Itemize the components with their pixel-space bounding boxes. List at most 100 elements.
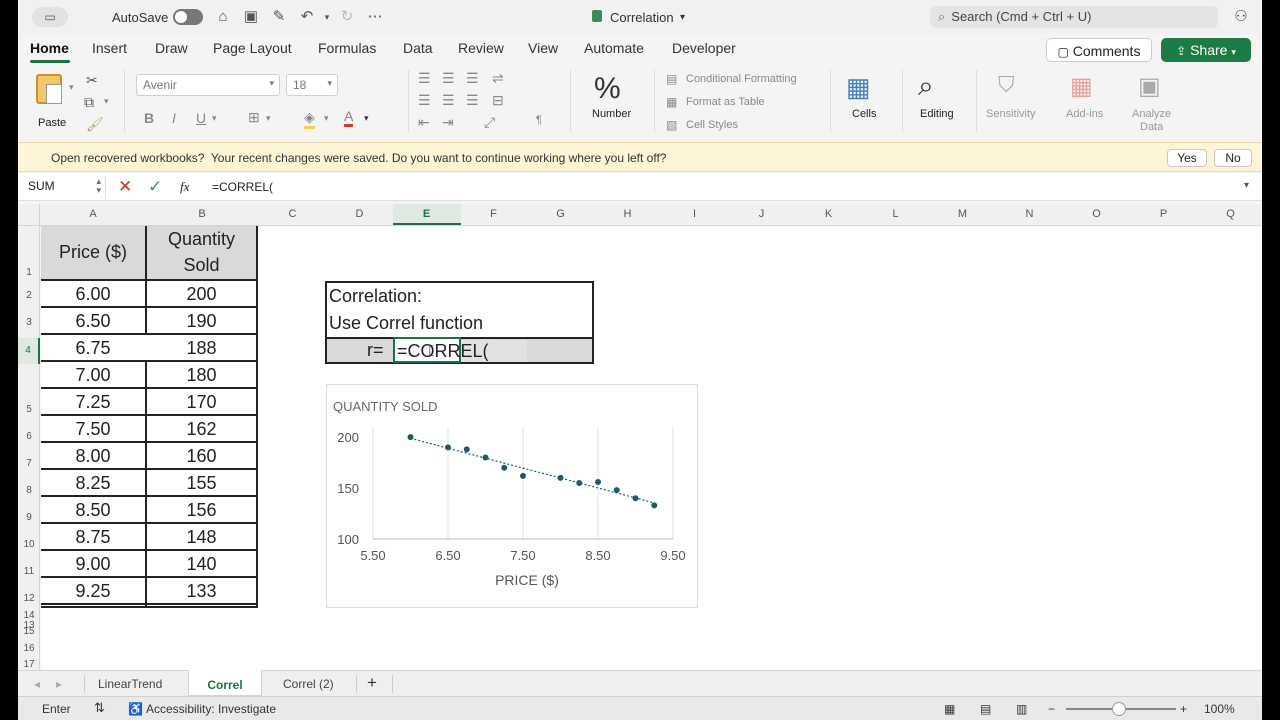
comments-button[interactable]: ▢ Comments (1046, 38, 1152, 62)
quantity-cell[interactable]: 170 (147, 389, 256, 415)
insert-function-icon[interactable]: fx (180, 179, 189, 195)
align-top-icon[interactable]: ☰ (418, 70, 431, 87)
tab-automate[interactable]: Automate (584, 40, 644, 56)
analyze-data-button[interactable]: ▣ Analyze Data (1126, 70, 1182, 136)
accessibility-icon[interactable]: ♿ (128, 702, 143, 716)
align-middle-icon[interactable]: ☰ (442, 70, 455, 87)
paste-button[interactable]: Paste (32, 74, 72, 130)
fill-dropdown-icon[interactable]: ▾ (324, 113, 329, 124)
scatter-chart[interactable]: QUANTITY SOLD 5.50 6.50 7.50 8.50 9.50 100 150 2… (326, 384, 698, 608)
document-title[interactable]: Correlation (610, 10, 674, 25)
row-header-8[interactable]: 8 (18, 485, 40, 496)
undo-dropdown-icon[interactable]: ▾ (318, 8, 336, 26)
underline-icon[interactable]: U (196, 110, 206, 126)
col-header-E[interactable]: E (393, 208, 460, 220)
yes-button[interactable]: Yes (1167, 149, 1207, 167)
sheet-tab-lineartrend[interactable]: LinearTrend (98, 677, 162, 691)
tab-page-layout[interactable]: Page Layout (213, 40, 292, 56)
sidebar-toggle-button[interactable]: ▭ (32, 7, 68, 27)
price-cell[interactable]: 7.50 (41, 416, 145, 442)
align-center-icon[interactable]: ☰ (442, 92, 455, 109)
row-header-4[interactable]: 4 (18, 338, 40, 364)
col-header-C[interactable]: C (259, 208, 326, 220)
row-header-6[interactable]: 6 (18, 431, 40, 442)
zoom-level[interactable]: 100% (1204, 702, 1235, 716)
col-header-H[interactable]: H (594, 208, 661, 220)
header-quantity-line2[interactable]: Sold (147, 252, 256, 278)
row-header-3[interactable]: 3 (18, 317, 40, 328)
tab-home[interactable]: Home (30, 40, 69, 56)
col-header-O[interactable]: O (1063, 208, 1130, 220)
price-cell[interactable]: 6.75 (41, 335, 145, 361)
tab-developer[interactable]: Developer (672, 40, 736, 56)
zoom-out-button[interactable]: − (1048, 702, 1055, 716)
cut-icon[interactable]: ✂ (86, 72, 98, 89)
decrease-indent-icon[interactable]: ⇤ (418, 114, 430, 131)
col-header-F[interactable]: F (460, 208, 527, 220)
align-left-icon[interactable]: ☰ (418, 92, 431, 109)
edit-icon[interactable]: ✎ (270, 8, 288, 26)
add-sheet-button[interactable]: + (367, 673, 377, 693)
correlation-title[interactable]: Correlation: (329, 283, 422, 309)
cell-edit-text[interactable]: =CORREL( (397, 338, 489, 364)
format-as-table-label[interactable]: Format as Table (686, 96, 765, 108)
col-header-D[interactable]: D (326, 208, 393, 220)
col-header-Q[interactable]: Q (1197, 208, 1262, 220)
col-header-G[interactable]: G (527, 208, 594, 220)
more-icon[interactable]: ⋯ (366, 8, 384, 26)
quantity-cell[interactable]: 160 (147, 443, 256, 469)
tab-insert[interactable]: Insert (92, 40, 127, 56)
enter-check-icon[interactable]: ✓ (148, 177, 162, 197)
font-color-dropdown-icon[interactable]: ▾ (364, 113, 369, 124)
row-header-15[interactable]: 15 (18, 626, 40, 637)
price-cell[interactable]: 7.00 (41, 362, 145, 388)
undo-icon[interactable]: ↶ (298, 8, 316, 26)
font-color-icon[interactable]: A (344, 108, 354, 127)
bold-icon[interactable]: B (144, 110, 154, 126)
no-button[interactable]: No (1214, 149, 1252, 167)
quantity-cell[interactable]: 162 (147, 416, 256, 442)
quantity-cell[interactable]: 180 (147, 362, 256, 388)
quantity-cell[interactable]: 133 (147, 578, 256, 604)
zoom-in-button[interactable]: + (1180, 702, 1187, 716)
italic-icon[interactable]: I (172, 110, 176, 126)
tab-view[interactable]: View (528, 40, 558, 56)
search-box[interactable]: ⌕ Search (Cmd + Ctrl + U) (930, 6, 1218, 28)
quantity-cell[interactable]: 156 (147, 497, 256, 523)
quantity-cell[interactable]: 188 (147, 335, 256, 361)
row-header-14[interactable]: 14 (18, 610, 40, 621)
col-header-P[interactable]: P (1130, 208, 1197, 220)
tab-draw[interactable]: Draw (155, 40, 188, 56)
row-header-5[interactable]: 5 (18, 404, 40, 415)
title-chevron-icon[interactable]: ▾ (680, 12, 685, 23)
price-cell[interactable]: 7.25 (41, 389, 145, 415)
save-icon[interactable]: ▣ (242, 8, 260, 26)
price-cell[interactable]: 8.25 (41, 470, 145, 496)
col-header-L[interactable]: L (862, 208, 929, 220)
number-format-button[interactable]: % Number (584, 70, 644, 130)
formula-input[interactable]: =CORREL( (212, 180, 273, 194)
price-cell[interactable]: 6.00 (41, 281, 145, 307)
col-header-M[interactable]: M (929, 208, 996, 220)
col-header-K[interactable]: K (795, 208, 862, 220)
row-header-1[interactable]: 1 (18, 267, 40, 278)
home-icon[interactable]: ⌂ (214, 8, 232, 26)
col-header-J[interactable]: J (728, 208, 795, 220)
quantity-cell[interactable]: 200 (147, 281, 256, 307)
col-header-I[interactable]: I (661, 208, 728, 220)
align-right-icon[interactable]: ☰ (466, 92, 479, 109)
price-cell[interactable]: 6.50 (41, 308, 145, 334)
cancel-icon[interactable]: ✕ (118, 177, 132, 197)
font-family-select[interactable]: Avenir ▾ (136, 74, 280, 96)
worksheet-grid[interactable]: Price ($) Quantity Sold 6.00 200 6.50 190 6.… (41, 226, 1262, 670)
row-header-10[interactable]: 10 (18, 539, 40, 550)
normal-view-icon[interactable]: ▦ (944, 702, 955, 716)
tab-formulas[interactable]: Formulas (318, 40, 376, 56)
cells-button[interactable]: ▦ Cells (840, 70, 894, 130)
row-header-7[interactable]: 7 (18, 458, 40, 469)
borders-icon[interactable]: ⊞ (248, 109, 260, 126)
row-header-16[interactable]: 16 (18, 643, 40, 654)
formula-expand-icon[interactable]: ▾ (1244, 180, 1249, 191)
price-cell[interactable]: 8.00 (41, 443, 145, 469)
sheet-tab-correl-2[interactable]: Correl (2) (283, 677, 334, 691)
